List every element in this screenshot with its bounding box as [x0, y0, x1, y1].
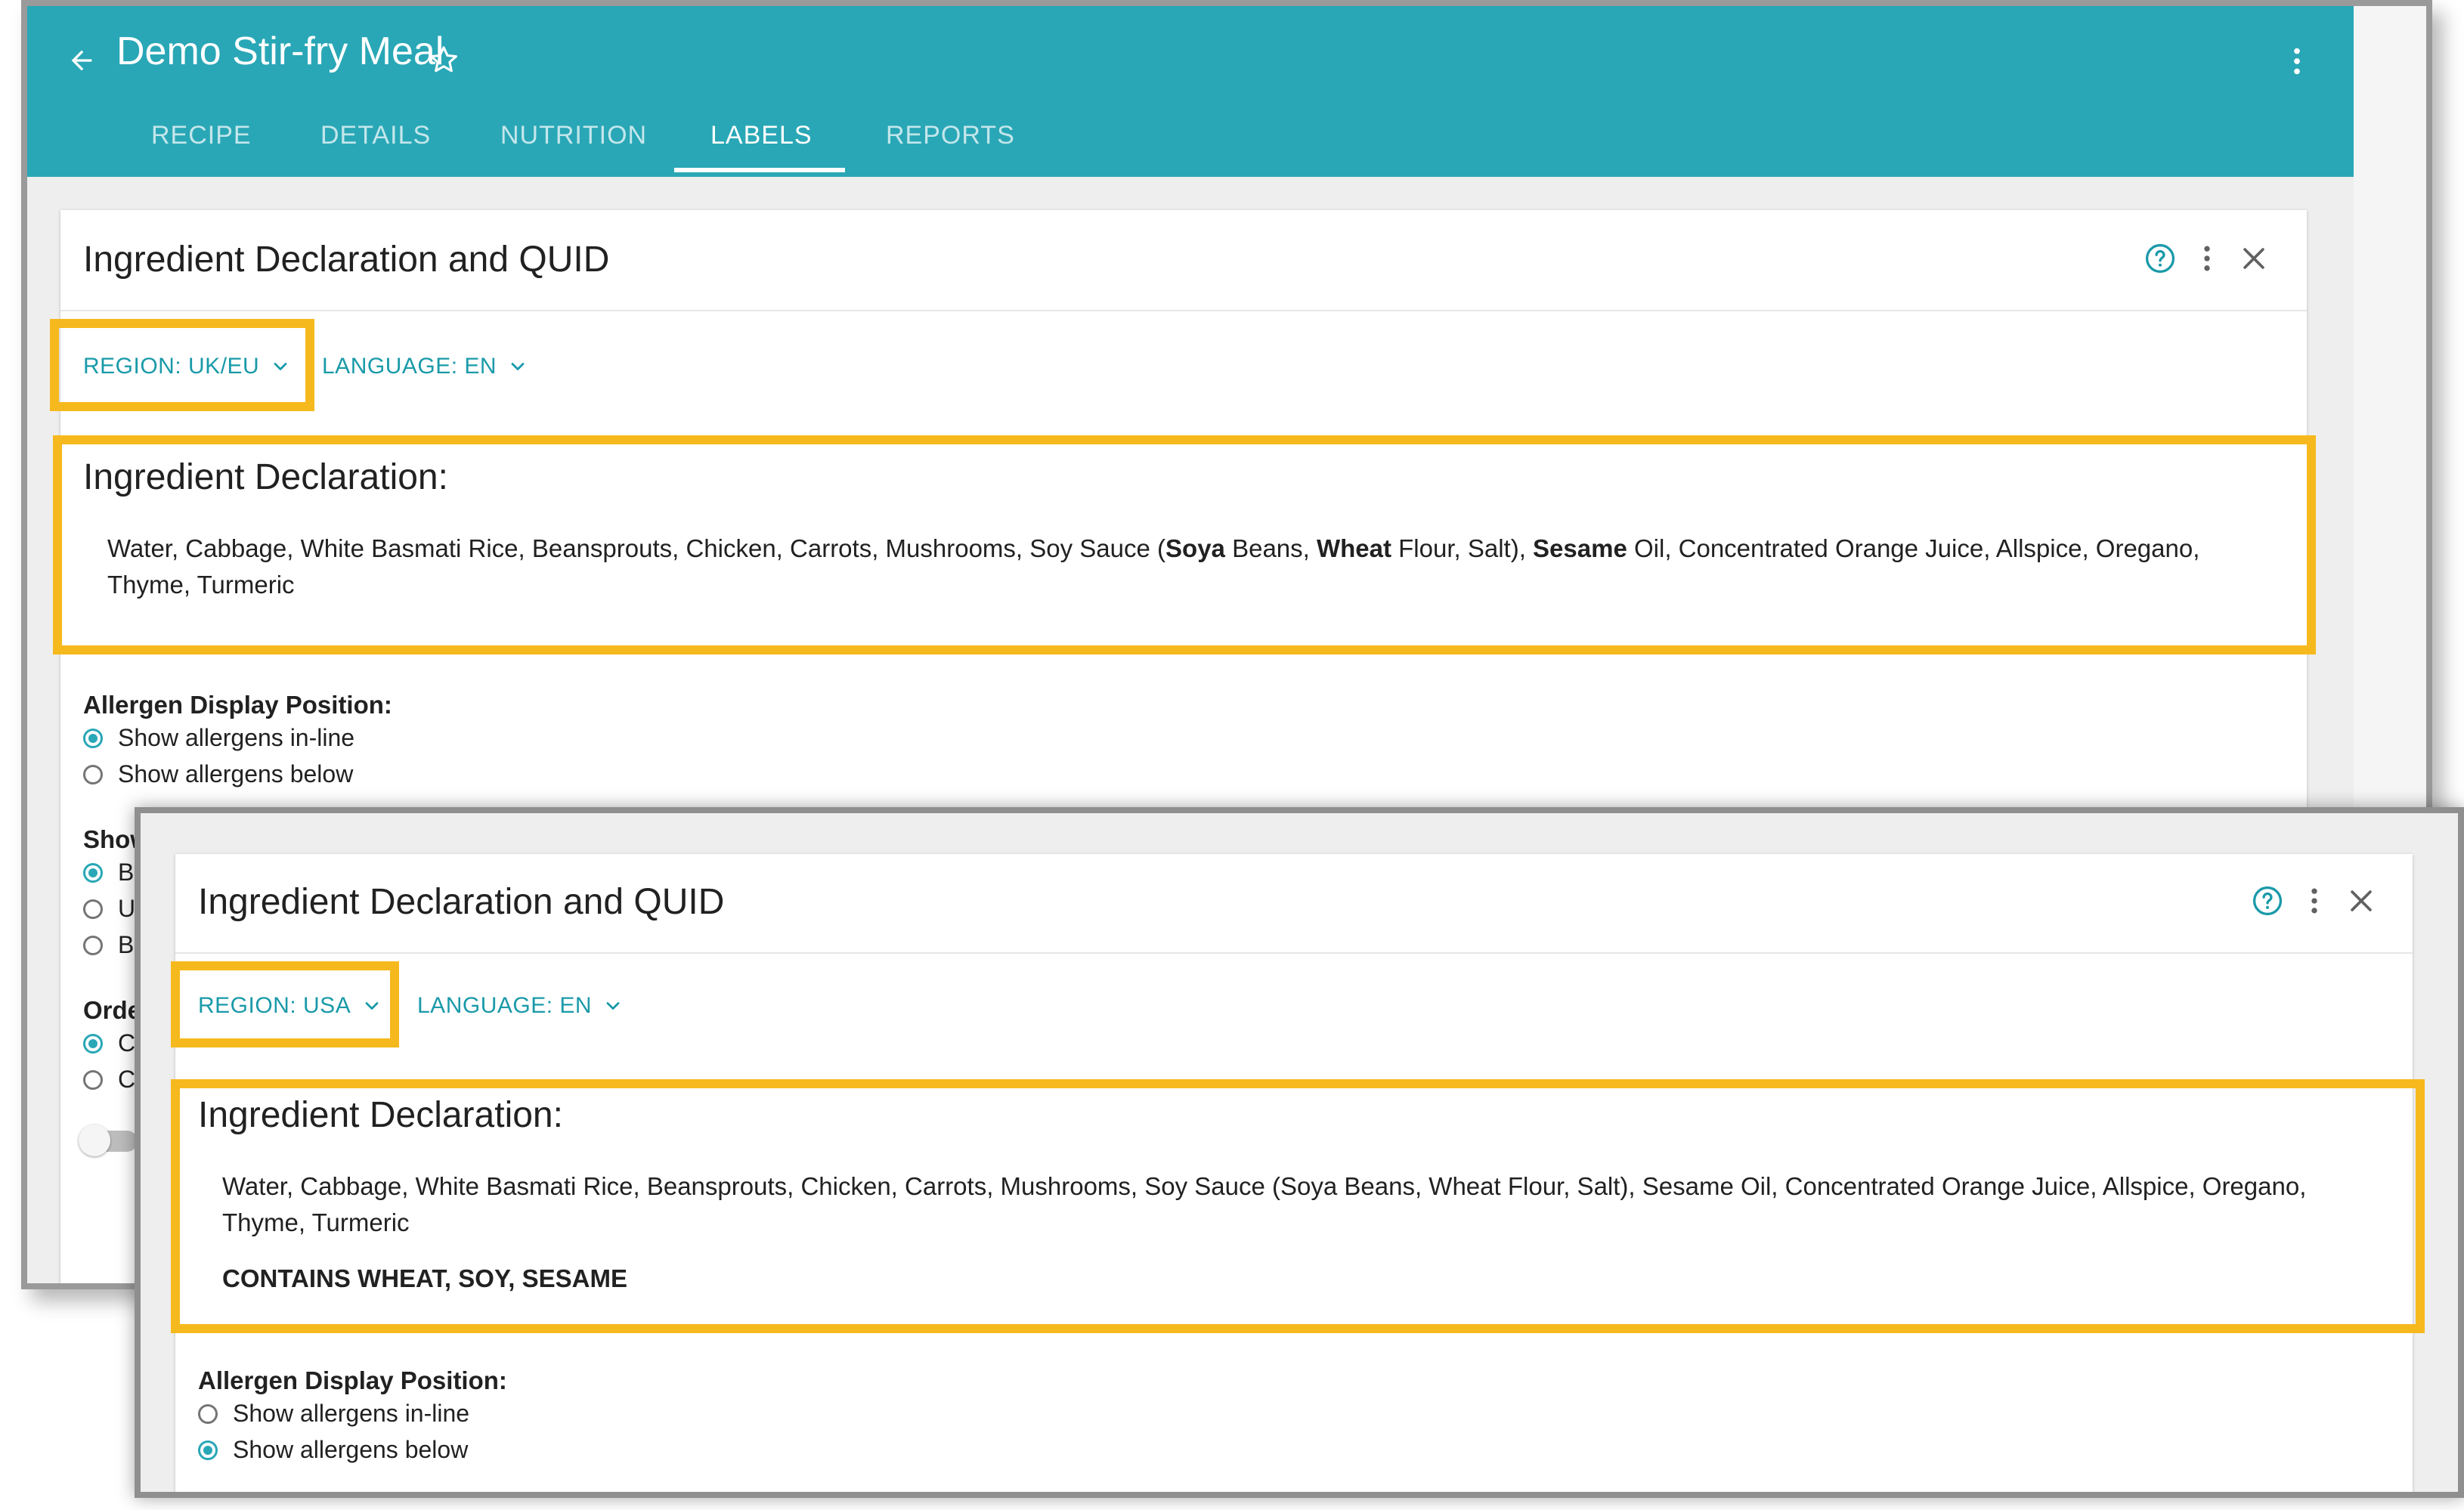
radio-label: B	[118, 859, 135, 886]
labels-window-usa: Ingredient Declaration and QUID REGION: …	[135, 807, 2464, 1498]
partial-section-heading: Orde	[83, 996, 142, 1024]
region-label: REGION: USA	[198, 993, 351, 1018]
region-dropdown[interactable]: REGION: UK/EU	[83, 354, 291, 379]
declaration-segment: Water, Cabbage, White Basmati Rice, Bean…	[107, 534, 1166, 562]
allergen-emphasis: Sesame	[1533, 534, 1627, 562]
card-title: Ingredient Declaration and QUID	[83, 240, 610, 280]
radio-label: Show allergens in-line	[118, 724, 355, 751]
radio-allergens-inline[interactable]: Show allergens in-line	[83, 724, 354, 752]
close-icon[interactable]	[2237, 242, 2271, 275]
language-dropdown[interactable]: LANGUAGE: EN	[322, 354, 528, 379]
radio-label: Show allergens below	[118, 760, 354, 787]
radio-indicator	[83, 899, 103, 919]
radio-indicator	[83, 728, 103, 748]
arrow-left-icon[interactable]	[67, 45, 97, 76]
page-title: Demo Stir-fry Meal	[116, 29, 444, 73]
star-outline-icon[interactable]	[426, 42, 461, 77]
radio-allergens-inline[interactable]: Show allergens in-line	[198, 1400, 469, 1428]
chevron-down-icon	[274, 363, 287, 370]
region-label: REGION: UK/EU	[83, 354, 260, 379]
tab-details[interactable]: DETAILS	[320, 121, 431, 150]
more-vert-icon[interactable]	[2190, 242, 2224, 275]
radio-indicator	[83, 1033, 103, 1054]
tab-nutrition[interactable]: NUTRITION	[500, 121, 647, 150]
partial-radio[interactable]: C	[83, 1029, 135, 1057]
radio-label: Show allergens in-line	[233, 1400, 470, 1427]
allergen-emphasis: Soya	[1165, 534, 1225, 562]
radio-label: C	[118, 1066, 136, 1093]
radio-label: U	[118, 895, 136, 922]
radio-allergens-below[interactable]: Show allergens below	[83, 760, 353, 788]
declaration-segment: Flour, Salt),	[1391, 534, 1534, 562]
ingredient-declaration-card: Ingredient Declaration and QUID REGION: …	[171, 854, 2425, 1492]
tab-reports[interactable]: REPORTS	[886, 121, 1015, 150]
chevron-down-icon	[511, 363, 525, 370]
active-tab-indicator	[674, 168, 845, 172]
toggle-thumb[interactable]	[79, 1125, 110, 1156]
allergen-position-heading: Allergen Display Position:	[198, 1366, 507, 1394]
region-dropdown[interactable]: REGION: USA	[198, 993, 382, 1019]
radio-label: Show allergens below	[233, 1436, 469, 1463]
chevron-down-icon	[606, 1002, 620, 1010]
tab-labels[interactable]: LABELS	[710, 121, 813, 150]
card-title: Ingredient Declaration and QUID	[198, 882, 725, 922]
declaration-heading: Ingredient Declaration:	[198, 1095, 563, 1135]
declaration-text: Water, Cabbage, White Basmati Rice, Bean…	[107, 531, 2284, 603]
partial-radio[interactable]: B	[83, 859, 134, 887]
card-divider	[175, 952, 2413, 954]
help-circle-icon[interactable]	[2144, 242, 2177, 275]
radio-indicator	[198, 1403, 218, 1424]
language-dropdown[interactable]: LANGUAGE: EN	[417, 993, 624, 1019]
radio-indicator	[198, 1440, 218, 1460]
partial-radio[interactable]: C	[83, 1066, 135, 1094]
contains-statement: CONTAINS WHEAT, SOY, SESAME	[222, 1264, 627, 1292]
app-bar: Demo Stir-fry Meal RECIPE DETAILS NUTRIT…	[27, 6, 2354, 177]
radio-label: B	[118, 931, 135, 958]
more-vert-icon[interactable]	[2280, 44, 2314, 79]
tab-recipe[interactable]: RECIPE	[151, 121, 252, 150]
language-label: LANGUAGE: EN	[417, 993, 593, 1018]
allergen-emphasis: Wheat	[1316, 534, 1391, 562]
radio-indicator	[83, 862, 103, 883]
help-circle-icon[interactable]	[2251, 884, 2284, 917]
radio-indicator	[83, 935, 103, 955]
more-vert-icon[interactable]	[2298, 884, 2331, 917]
declaration-segment: Beans,	[1224, 534, 1317, 562]
declaration-heading: Ingredient Declaration:	[83, 457, 448, 497]
card-divider	[60, 310, 2307, 311]
radio-indicator	[83, 764, 103, 784]
radio-indicator	[83, 1069, 103, 1090]
radio-label: C	[118, 1029, 136, 1057]
partial-radio[interactable]: U	[83, 895, 135, 923]
radio-allergens-below[interactable]: Show allergens below	[198, 1436, 468, 1464]
language-label: LANGUAGE: EN	[322, 354, 497, 379]
partial-radio[interactable]: B	[83, 931, 134, 959]
declaration-text: Water, Cabbage, White Basmati Rice, Bean…	[222, 1172, 2307, 1236]
chevron-down-icon	[365, 1002, 379, 1010]
close-icon[interactable]	[2345, 884, 2378, 917]
allergen-position-heading: Allergen Display Position:	[83, 691, 392, 719]
